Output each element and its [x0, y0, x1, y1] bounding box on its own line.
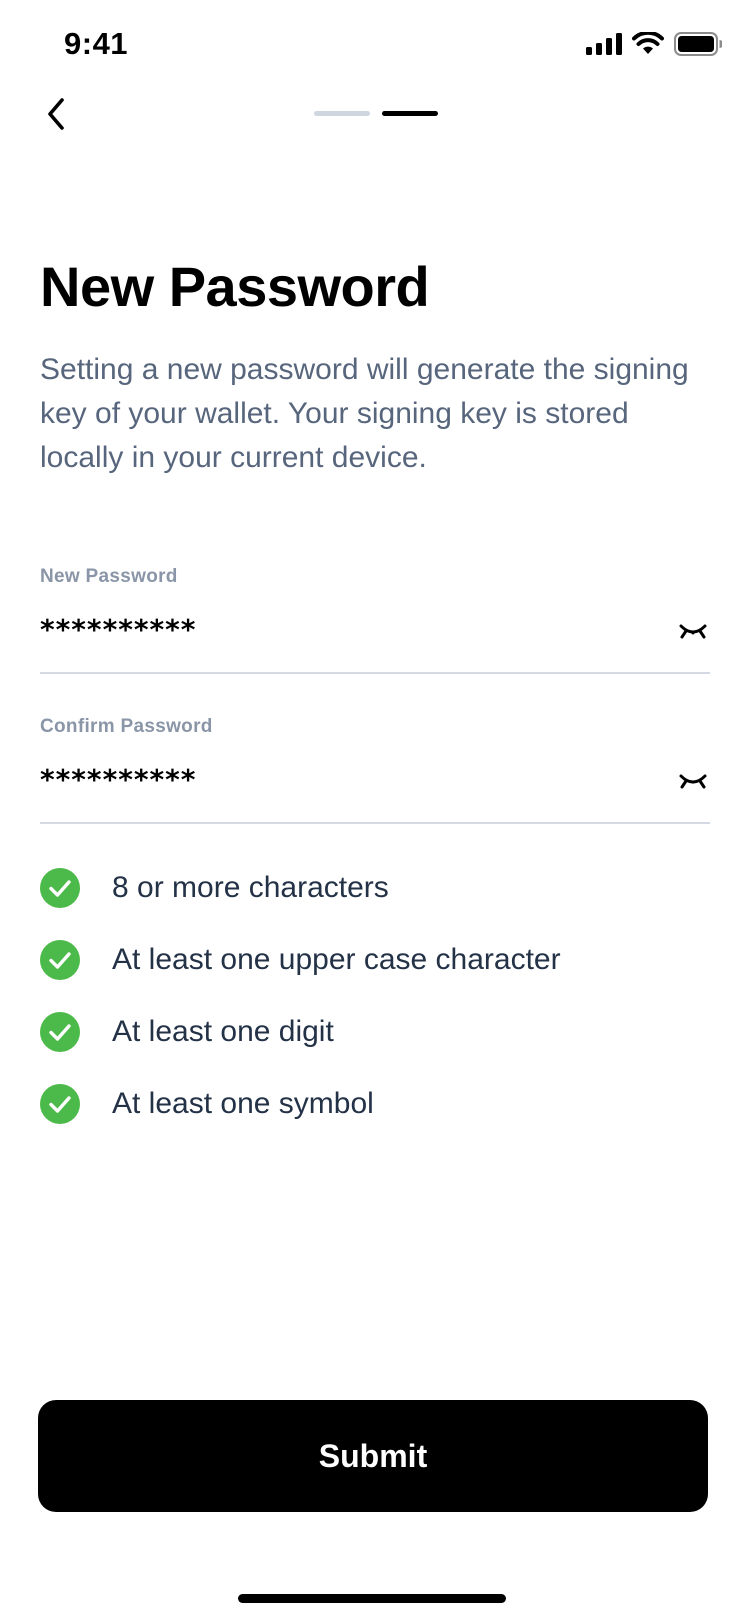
check-circle-icon [40, 1012, 80, 1052]
check-circle-icon [40, 1084, 80, 1124]
confirm-password-input[interactable]: ********** [40, 756, 710, 824]
password-requirements: 8 or more characters At least one upper … [40, 868, 720, 1156]
new-password-label: New Password [40, 566, 178, 587]
status-icons [586, 32, 722, 56]
step-indicator-1 [314, 111, 370, 116]
page-title: New Password [40, 255, 430, 318]
step-indicator-2 [382, 111, 438, 116]
status-bar: 9:41 [0, 0, 750, 90]
battery-icon [674, 32, 722, 56]
requirement-text: 8 or more characters [112, 871, 389, 904]
requirement-item: At least one symbol [40, 1084, 720, 1124]
requirement-item: 8 or more characters [40, 868, 720, 908]
confirm-password-value: ********** [40, 763, 197, 796]
page-description: Setting a new password will generate the… [40, 353, 689, 474]
new-password-value: ********** [40, 613, 197, 646]
requirement-text: At least one symbol [112, 1087, 374, 1120]
new-password-input[interactable]: ********** [40, 606, 710, 674]
eye-closed-icon[interactable] [678, 616, 708, 646]
wifi-icon [632, 32, 664, 54]
new-password-field: New Password ********** [40, 566, 710, 674]
requirement-text: At least one digit [112, 1015, 334, 1048]
check-circle-icon [40, 940, 80, 980]
back-button[interactable] [34, 92, 78, 136]
requirement-text: At least one upper case character [112, 943, 561, 976]
cellular-signal-icon [586, 33, 622, 55]
home-indicator [238, 1594, 506, 1603]
requirement-item: At least one upper case character [40, 940, 720, 980]
status-time: 9:41 [64, 26, 129, 61]
eye-closed-icon[interactable] [678, 766, 708, 796]
submit-button[interactable]: Submit [38, 1400, 708, 1512]
confirm-password-field: Confirm Password ********** [40, 716, 710, 824]
confirm-password-label: Confirm Password [40, 716, 213, 737]
progress-stepper [314, 111, 438, 116]
check-circle-icon [40, 868, 80, 908]
requirement-item: At least one digit [40, 1012, 720, 1052]
chevron-left-icon [48, 98, 64, 130]
